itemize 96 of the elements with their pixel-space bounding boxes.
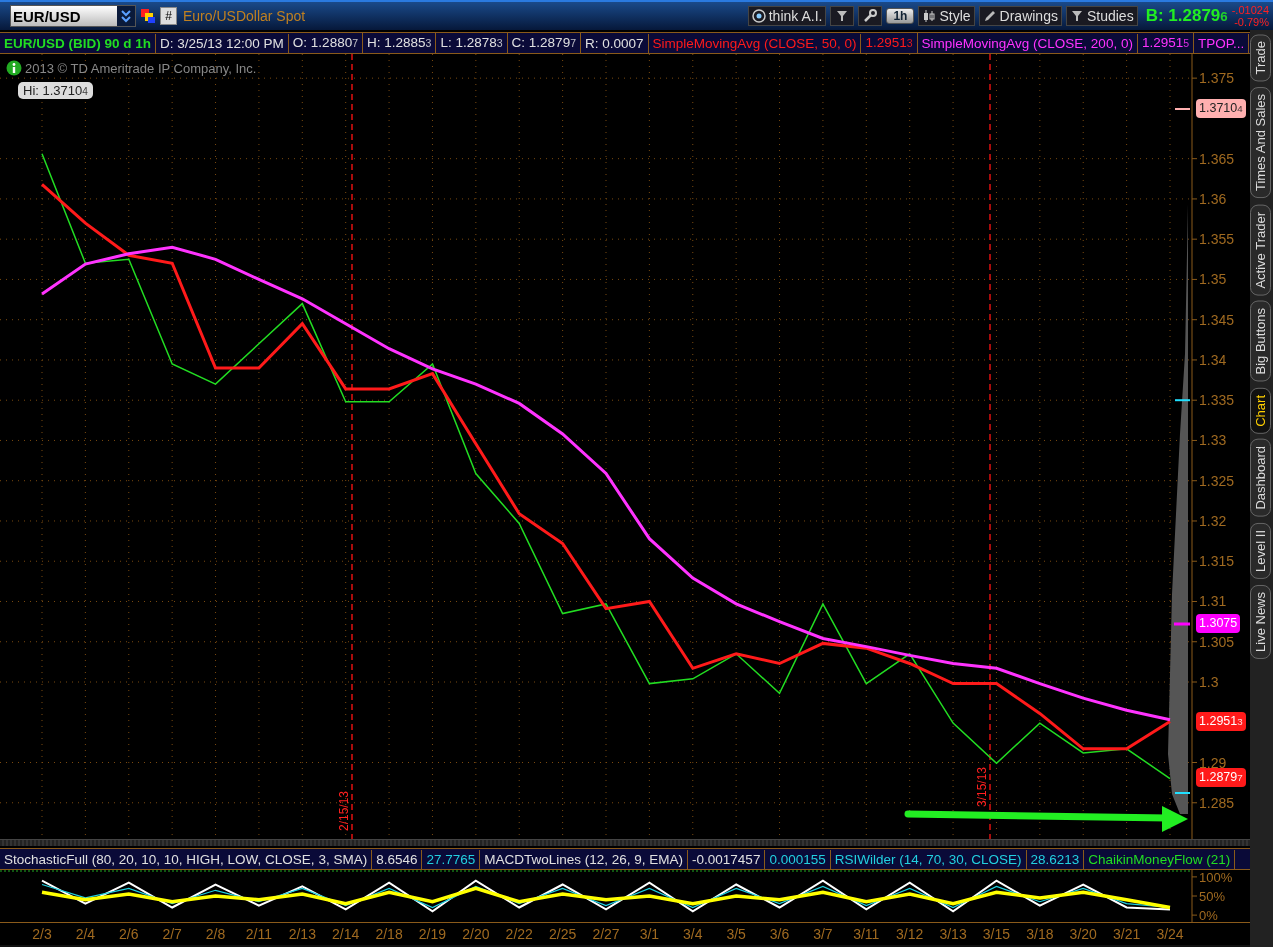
date-label: 3/21 bbox=[1112, 926, 1142, 942]
date-label: 3/13 bbox=[938, 926, 968, 942]
wrench-button[interactable] bbox=[858, 6, 883, 26]
axis-label: 1.335 bbox=[1199, 392, 1235, 409]
legend-label: 28.6213 bbox=[1026, 849, 1085, 869]
date-label: 2/11 bbox=[244, 926, 274, 942]
axis-label: 100% bbox=[1199, 870, 1233, 885]
legend-label: MACDTwoLines (12, 26, 9, EMA) bbox=[480, 849, 689, 869]
date-label: 2/27 bbox=[591, 926, 621, 942]
sidebar-tab[interactable]: Big Buttons bbox=[1250, 301, 1271, 382]
legend-label: 0.000155 bbox=[765, 849, 831, 869]
legend-label: 8.6546 bbox=[372, 849, 423, 869]
axis-label: 1.325 bbox=[1199, 472, 1235, 489]
legend-label: TPOP... bbox=[1194, 33, 1250, 53]
legend-label: StochasticFull (80, 20, 10, 10, HIGH, LOW, CLOSE, 3, SMA) bbox=[0, 849, 373, 869]
wrench-icon bbox=[863, 9, 878, 23]
price-marker bbox=[1174, 108, 1191, 110]
axis-label: 1.29 bbox=[1199, 754, 1227, 771]
axis-label: 1.32 bbox=[1199, 512, 1227, 529]
drawings-button[interactable]: Drawings bbox=[978, 6, 1062, 26]
price-marker bbox=[1174, 622, 1190, 626]
sidebar-tab[interactable]: Chart bbox=[1250, 387, 1271, 434]
date-label: 2/18 bbox=[374, 926, 404, 942]
candles-icon bbox=[922, 9, 937, 23]
legend-label: RSIWilder (14, 70, 30, CLOSE) bbox=[830, 849, 1027, 869]
date-label: 3/15 bbox=[981, 926, 1012, 942]
date-label: 3/11 bbox=[852, 926, 881, 942]
axis-label: 1.355 bbox=[1199, 231, 1235, 248]
date-label: 3/4 bbox=[682, 926, 704, 942]
copyright-text: 2013 © TD Ameritrade IP Company, Inc. bbox=[25, 60, 257, 76]
date-label: 2/22 bbox=[504, 926, 534, 942]
squares-icon[interactable] bbox=[140, 8, 156, 24]
date-label: 2/13 bbox=[287, 926, 317, 942]
caret-icon bbox=[120, 9, 132, 23]
axis-label: 1.305 bbox=[1199, 633, 1235, 650]
target-icon bbox=[751, 9, 766, 23]
axis-label: 1.36 bbox=[1199, 190, 1227, 207]
date-label: 2/19 bbox=[417, 926, 448, 942]
date-label: 2/6 bbox=[118, 926, 140, 942]
date-label: 2/20 bbox=[461, 926, 491, 942]
info-icon[interactable] bbox=[6, 60, 22, 76]
legend-label: D: 3/25/13 12:00 PM bbox=[156, 33, 289, 53]
axis-label: 1.285 bbox=[1199, 794, 1235, 811]
sidebar-tab[interactable]: Dashboard bbox=[1250, 439, 1271, 518]
date-label: 3/6 bbox=[768, 926, 791, 942]
net-change: -.01024 bbox=[1231, 4, 1269, 16]
date-label: 3/24 bbox=[1155, 926, 1185, 942]
axis-label: 1.33 bbox=[1199, 432, 1227, 449]
axis-label: 0% bbox=[1199, 908, 1218, 922]
sidebar-tab[interactable]: Times And Sales bbox=[1250, 87, 1271, 199]
date-label: 3/18 bbox=[1025, 926, 1055, 942]
legend-label: ChaikinMoneyFlow (21) bbox=[1084, 849, 1236, 869]
interval-button[interactable]: 1h bbox=[886, 8, 915, 24]
date-label: 2/25 bbox=[548, 926, 578, 942]
date-label: 3/12 bbox=[895, 926, 925, 942]
date-marker-label: 3/15/13 bbox=[975, 766, 989, 807]
percent-change: -0.79% bbox=[1234, 16, 1269, 28]
date-label: 3/5 bbox=[725, 926, 747, 942]
date-label: 2/4 bbox=[74, 926, 97, 942]
axis-label: 1.345 bbox=[1199, 311, 1235, 328]
symbol-dropdown[interactable]: EUR/USD bbox=[10, 5, 136, 27]
price-marker bbox=[1174, 399, 1191, 402]
date-label: 3/1 bbox=[638, 926, 661, 942]
legend-label: -0.0017457 bbox=[688, 849, 766, 869]
axis-label: 1.375 bbox=[1199, 70, 1235, 87]
price-badge: 1.3075 bbox=[1196, 614, 1241, 633]
legend-label: R: 0.0007 bbox=[581, 33, 649, 53]
date-label: 2/8 bbox=[204, 926, 227, 942]
sidebar-tab[interactable]: Trade bbox=[1250, 34, 1271, 82]
pencil-icon bbox=[982, 9, 997, 23]
sidebar-tab[interactable]: Live News bbox=[1250, 584, 1271, 659]
date-label: 2/7 bbox=[161, 926, 183, 942]
date-label: 3/7 bbox=[812, 926, 834, 942]
axis-label: 1.365 bbox=[1199, 150, 1235, 167]
hash-button[interactable]: # bbox=[160, 7, 177, 25]
legend-label: 27.7765 bbox=[422, 849, 481, 869]
date-label: 2/14 bbox=[331, 926, 361, 942]
axis-label: 1.35 bbox=[1199, 271, 1227, 288]
sidebar-tab[interactable]: Active Trader bbox=[1250, 204, 1271, 296]
studies-button[interactable]: Studies bbox=[1065, 6, 1138, 26]
date-label: 3/20 bbox=[1068, 926, 1098, 942]
legend-label: EUR/USD (BID) 90 d 1h bbox=[0, 33, 157, 53]
think-ai-button[interactable]: think A.I. bbox=[747, 6, 827, 26]
axis-label: 50% bbox=[1199, 889, 1226, 904]
axis-label: 1.315 bbox=[1199, 553, 1235, 570]
legend-label: SimpleMovingAvg (CLOSE, 200, 0) bbox=[917, 33, 1138, 53]
symbol-description: Euro/USDollar Spot bbox=[183, 8, 306, 24]
axis-label: 1.34 bbox=[1199, 351, 1227, 368]
price-marker bbox=[1174, 792, 1191, 794]
legend-label: SimpleMovingAvg (CLOSE, 50, 0) bbox=[648, 33, 862, 53]
style-button[interactable]: Style bbox=[918, 6, 975, 26]
date-marker-label: 2/15/13 bbox=[337, 790, 351, 831]
date-label: 2/3 bbox=[31, 926, 53, 942]
sidebar-tab[interactable]: Level II bbox=[1250, 523, 1271, 579]
axis-label: 1.31 bbox=[1199, 593, 1227, 610]
axis-label: 1.3 bbox=[1199, 674, 1219, 690]
